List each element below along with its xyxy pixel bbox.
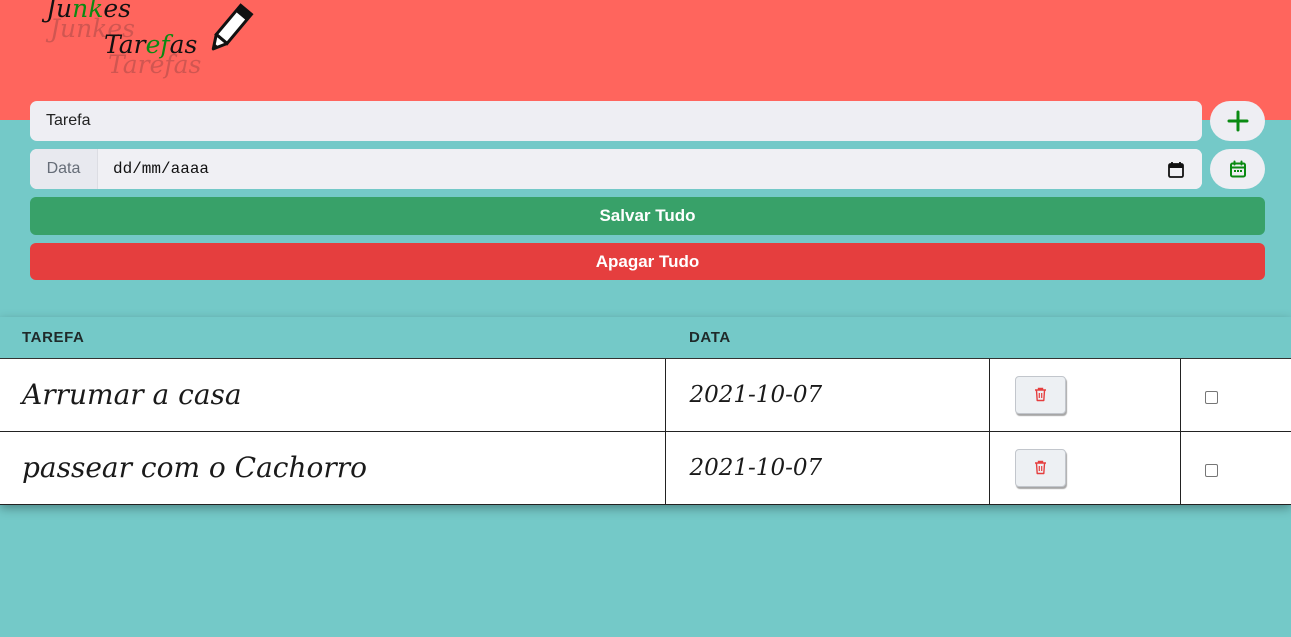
table-header-row: TAREFA DATA (0, 317, 1291, 359)
task-name: Arrumar a casa (22, 378, 242, 411)
date-input-value: dd/mm/aaaa (113, 160, 210, 178)
pencil-icon (211, 3, 254, 51)
header-date: DATA (665, 317, 989, 359)
date-input-group: Data dd/mm/aaaa (30, 149, 1202, 189)
trash-icon (1034, 460, 1046, 475)
delete-task-button[interactable] (1014, 448, 1066, 487)
date-input[interactable]: dd/mm/aaaa (98, 149, 1202, 189)
calendar-icon (1229, 160, 1246, 178)
task-date: 2021-10-07 (689, 454, 823, 481)
table-row: Arrumar a casa 2021-10-07 (0, 358, 1291, 432)
done-checkbox[interactable] (1204, 464, 1218, 477)
task-input[interactable] (30, 101, 1202, 141)
header-task: TAREFA (0, 317, 665, 359)
add-task-button[interactable] (1210, 101, 1265, 141)
task-name: passear com o Cachorro (22, 451, 367, 484)
plus-icon (1227, 110, 1248, 132)
date-label: Data (30, 149, 98, 189)
table-row: passear com o Cachorro 2021-10-07 (0, 431, 1291, 505)
logo-line1: Junkes (46, 0, 131, 23)
task-table: TAREFA DATA Arrumar a casa 2021-10-07 pa… (0, 317, 1291, 505)
clear-all-button[interactable]: Apagar Tudo (30, 243, 1265, 280)
save-all-button[interactable]: Salvar Tudo (30, 197, 1265, 235)
logo-line2: Tarefas (104, 30, 198, 59)
delete-task-button[interactable] (1014, 375, 1066, 414)
logo: Junkes Tarefas Junkes Tarefas (46, 0, 266, 82)
calendar-picker-icon[interactable] (1168, 161, 1184, 178)
calendar-button[interactable] (1210, 149, 1265, 189)
task-date: 2021-10-07 (689, 381, 823, 408)
trash-icon (1034, 387, 1046, 402)
header-delete (989, 317, 1180, 359)
header-done (1180, 317, 1291, 359)
done-checkbox[interactable] (1204, 391, 1218, 404)
